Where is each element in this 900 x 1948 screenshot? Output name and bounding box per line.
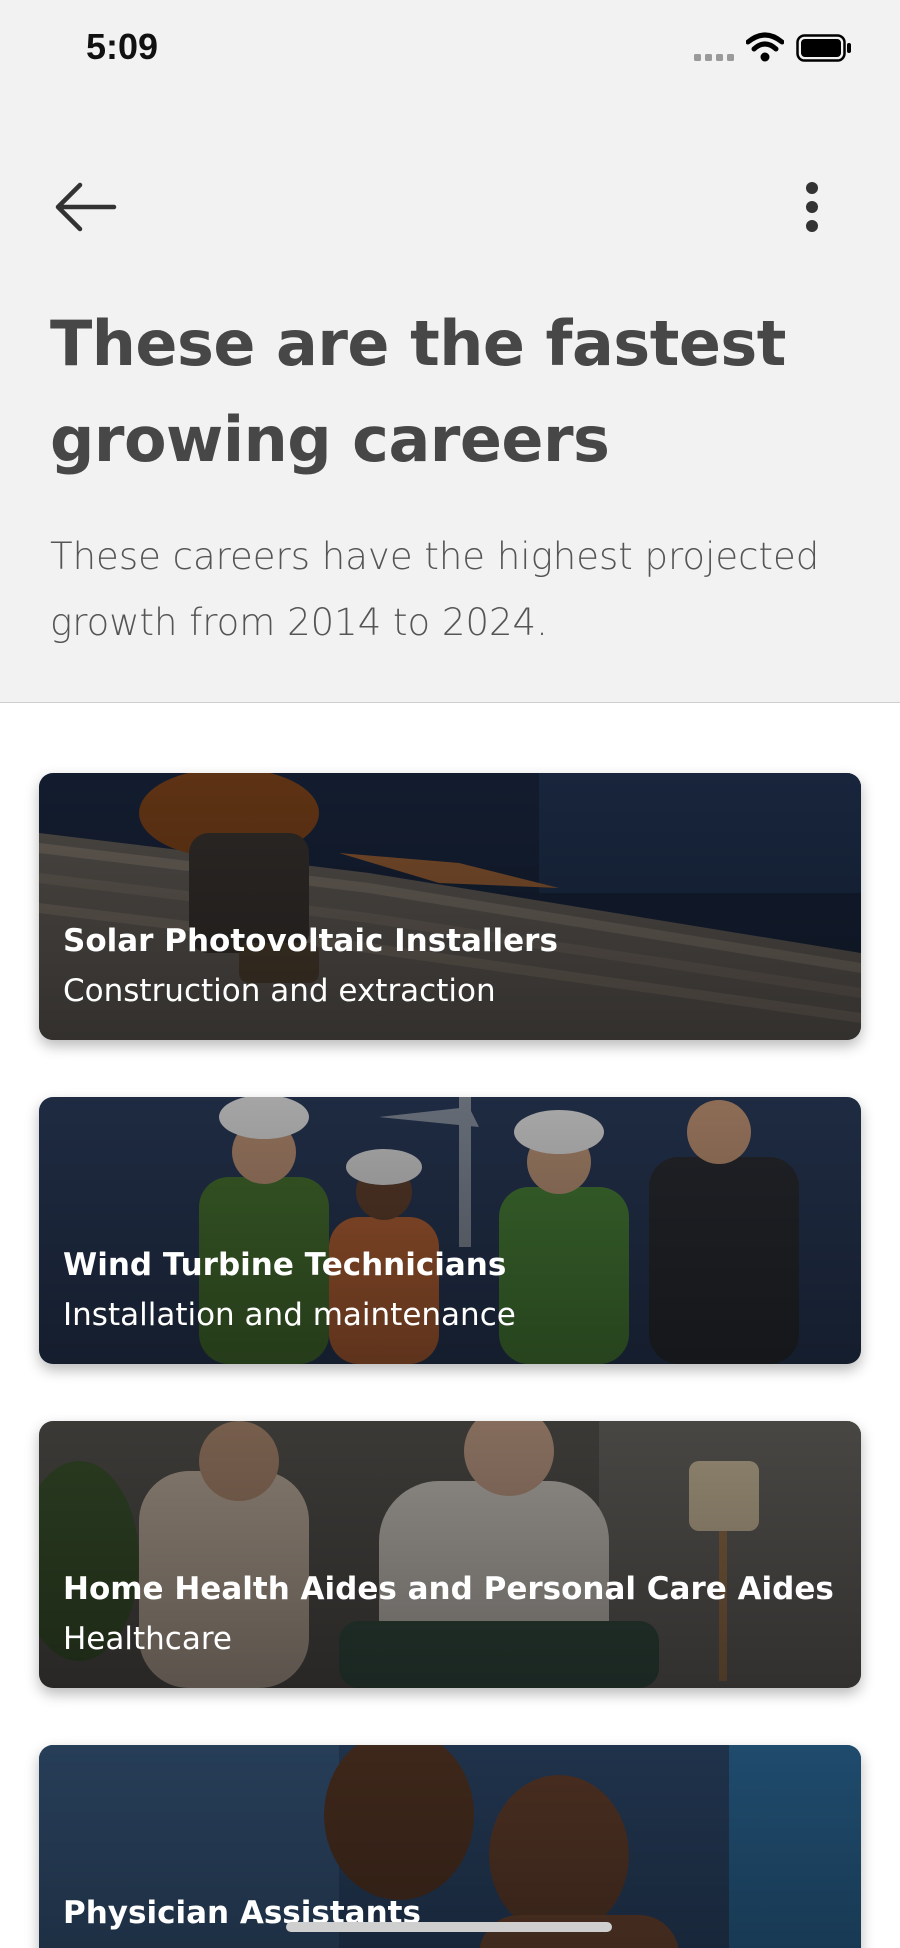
status-time: 5:09 <box>86 26 159 67</box>
status-bar: 5:09 <box>0 0 900 100</box>
career-card-wind[interactable]: Wind Turbine Technicians Installation an… <box>39 1097 861 1364</box>
battery-icon <box>796 34 851 62</box>
page-title: These are the fastest growing careers <box>50 307 786 476</box>
career-category: Construction and extraction <box>63 973 496 1009</box>
career-card-physician-assistants[interactable]: Physician Assistants <box>39 1745 861 1948</box>
back-button[interactable] <box>50 176 122 238</box>
home-indicator[interactable] <box>286 1922 612 1932</box>
career-category: Installation and maintenance <box>63 1297 516 1333</box>
more-options-button[interactable] <box>790 176 834 238</box>
career-title: Home Health Aides and Personal Care Aide… <box>63 1571 834 1607</box>
career-card-solar[interactable]: Solar Photovoltaic Installers Constructi… <box>39 773 861 1040</box>
career-title: Wind Turbine Technicians <box>63 1247 507 1283</box>
more-vertical-icon <box>806 182 818 232</box>
cellular-signal-icon <box>694 54 734 61</box>
page-subtitle: These careers have the highest projected… <box>50 535 820 644</box>
career-title: Solar Photovoltaic Installers <box>63 923 558 959</box>
header-section: 5:09 These are the fastest growing caree… <box>0 0 900 703</box>
wifi-icon <box>746 32 784 62</box>
career-category: Healthcare <box>63 1621 232 1657</box>
career-card-home-health[interactable]: Home Health Aides and Personal Care Aide… <box>39 1421 861 1688</box>
arrow-left-icon <box>55 182 117 232</box>
